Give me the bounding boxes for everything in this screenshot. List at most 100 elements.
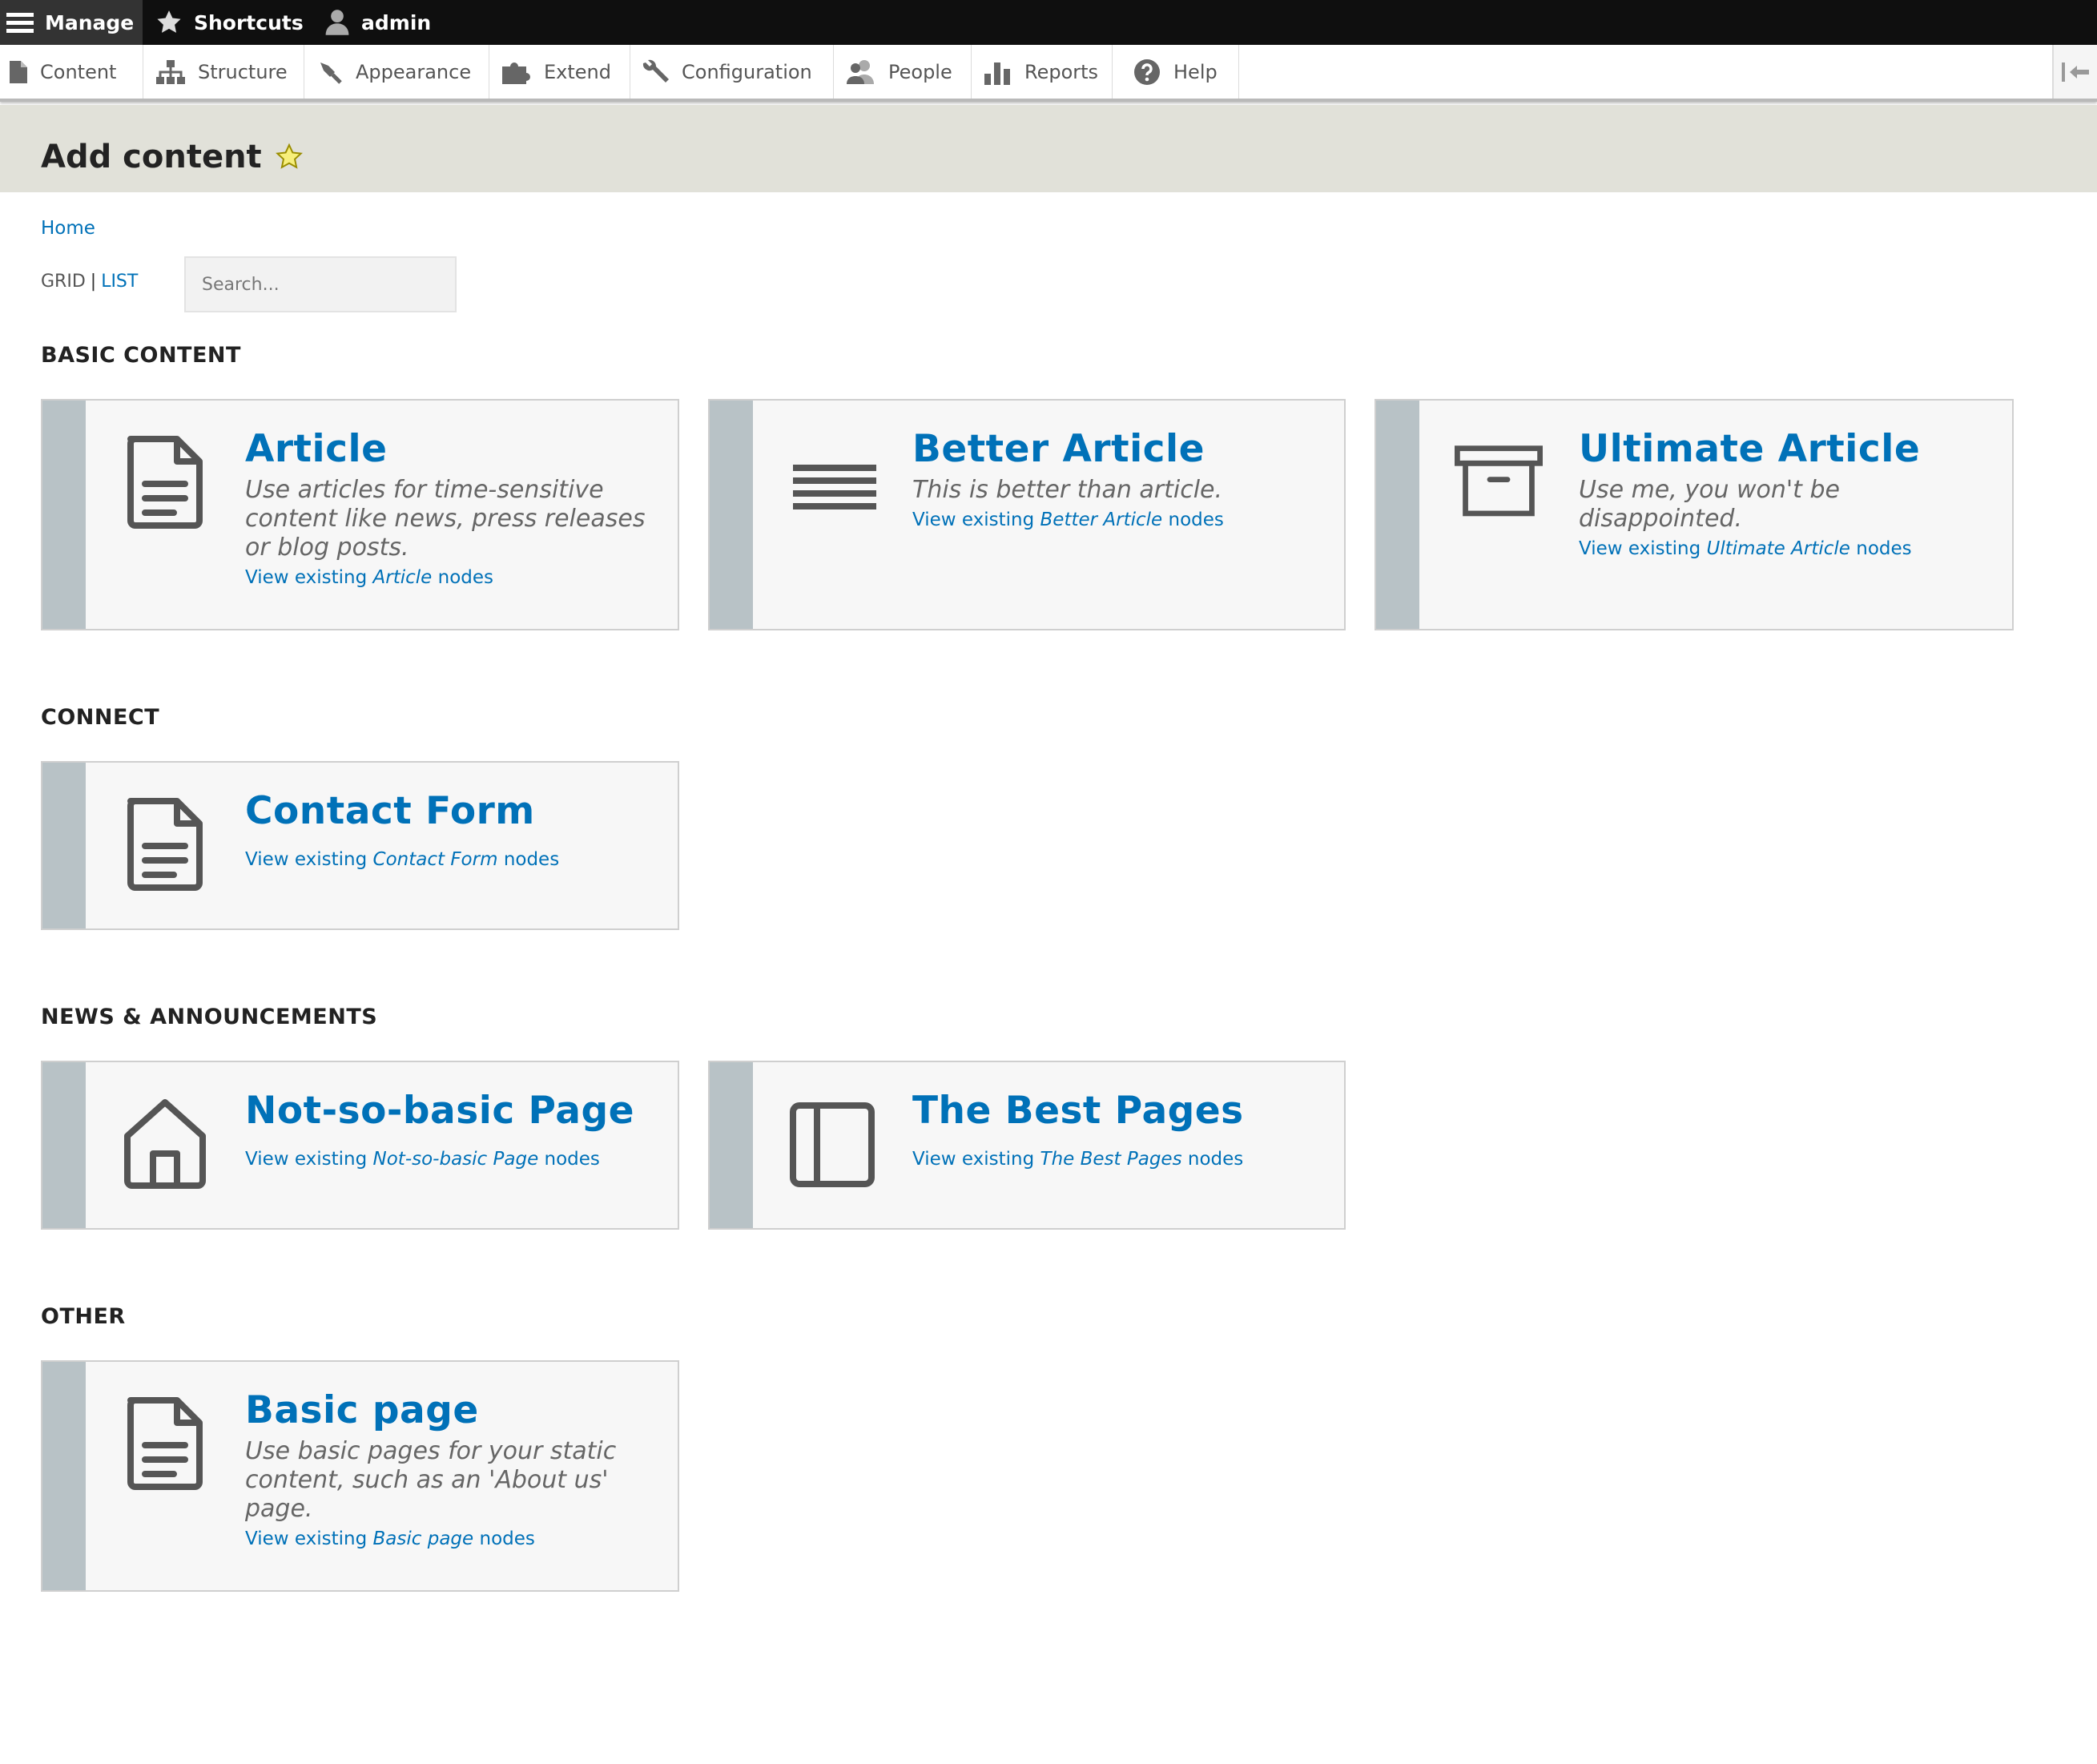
user-tab[interactable]: admin <box>324 0 431 45</box>
content-type-card-not-so-basic-page[interactable]: Not-so-basic Page View existing Not-so-b… <box>41 1061 679 1230</box>
view-suffix: nodes <box>1187 1149 1244 1170</box>
view-existing-link[interactable]: View existing The Best Pages nodes <box>912 1147 1320 1171</box>
section-heading-basic-content: BASIC CONTENT <box>41 343 241 368</box>
tray-item-extend[interactable]: Extend <box>489 45 630 99</box>
view-suffix: nodes <box>437 567 494 588</box>
card-stripe <box>42 401 86 629</box>
view-prefix: View existing <box>245 1528 368 1549</box>
star-icon <box>157 10 181 33</box>
tray-item-label: Help <box>1173 60 1218 83</box>
view-separator: | <box>90 272 97 292</box>
puzzle-icon <box>502 62 530 84</box>
view-suffix: nodes <box>544 1149 600 1170</box>
card-title-link[interactable]: Better Article <box>912 426 1320 473</box>
card-text: Contact Form View existing Contact Form … <box>245 788 654 872</box>
view-existing-link[interactable]: View existing Article nodes <box>245 566 654 590</box>
breadcrumb-home-link[interactable]: Home <box>41 218 95 239</box>
user-label: admin <box>361 10 432 34</box>
view-existing-link[interactable]: View existing Basic page nodes <box>245 1527 654 1551</box>
tray-item-people[interactable]: People <box>834 45 972 99</box>
view-prefix: View existing <box>1579 538 1701 559</box>
card-title-link[interactable]: The Best Pages <box>912 1088 1320 1134</box>
favorite-star-icon[interactable] <box>275 143 304 171</box>
view-type: The Best Pages <box>1040 1149 1182 1170</box>
card-stripe <box>42 763 86 928</box>
shortcuts-label: Shortcuts <box>194 10 304 34</box>
page-title: Add content <box>41 139 304 175</box>
help-icon <box>1134 58 1160 85</box>
section-heading-other: OTHER <box>41 1304 126 1329</box>
hamburger-icon <box>6 13 34 33</box>
card-title-link[interactable]: Contact Form <box>245 788 654 835</box>
tray-item-label: Extend <box>544 60 611 83</box>
view-suffix: nodes <box>1856 538 1912 559</box>
document-icon <box>127 798 203 891</box>
grid-view-toggle[interactable]: GRID <box>41 272 86 292</box>
view-suffix: nodes <box>479 1528 535 1549</box>
view-existing-link[interactable]: View existing Ultimate Article nodes <box>1579 537 1988 561</box>
card-text: The Best Pages View existing The Best Pa… <box>912 1088 1320 1171</box>
manage-label: Manage <box>45 10 135 34</box>
tray-item-appearance[interactable]: Appearance <box>304 45 489 99</box>
tray-item-content[interactable]: Content <box>0 45 143 99</box>
file-icon <box>10 60 27 83</box>
view-suffix: nodes <box>503 849 560 870</box>
view-type: Not-so-basic Page <box>372 1149 539 1170</box>
list-view-toggle[interactable]: LIST <box>101 272 138 292</box>
view-prefix: View existing <box>245 849 368 870</box>
card-description: Use basic pages for your static content,… <box>245 1437 617 1523</box>
card-stripe <box>42 1062 86 1228</box>
view-type: Contact Form <box>372 849 498 870</box>
view-existing-link[interactable]: View existing Contact Form nodes <box>245 848 654 872</box>
view-type: Ultimate Article <box>1706 538 1850 559</box>
card-title-link[interactable]: Article <box>245 426 654 473</box>
content-type-card-better-article[interactable]: Better Article This is better than artic… <box>708 399 1346 630</box>
card-stripe <box>42 1362 86 1590</box>
card-title-link[interactable]: Basic page <box>245 1387 654 1434</box>
view-type: Basic page <box>372 1528 474 1549</box>
people-icon <box>847 59 874 84</box>
content-type-card-ultimate-article[interactable]: Ultimate Article Use me, you won't be di… <box>1375 399 2014 630</box>
tray-item-reports[interactable]: Reports <box>972 45 1113 99</box>
bar-chart-icon <box>984 62 1010 85</box>
view-prefix: View existing <box>245 1149 368 1170</box>
tray-item-label: Reports <box>1024 60 1099 83</box>
content-type-card-basic-page[interactable]: Basic page Use basic pages for your stat… <box>41 1360 679 1592</box>
content-type-card-the-best-pages[interactable]: The Best Pages View existing The Best Pa… <box>708 1061 1346 1230</box>
collapse-arrow-icon <box>2062 62 2089 82</box>
tray-item-help[interactable]: Help <box>1113 45 1239 99</box>
paintbrush-icon <box>320 62 342 84</box>
shortcuts-tab[interactable]: Shortcuts <box>155 0 304 45</box>
view-existing-link[interactable]: View existing Not-so-basic Page nodes <box>245 1147 654 1171</box>
tray-item-label: Content <box>40 60 117 83</box>
card-stripe <box>1376 401 1419 629</box>
card-description: This is better than article. <box>912 476 1223 504</box>
view-prefix: View existing <box>245 567 368 588</box>
house-icon <box>124 1099 206 1189</box>
card-title-link[interactable]: Not-so-basic Page <box>245 1088 654 1134</box>
wrench-icon <box>642 59 669 83</box>
view-prefix: View existing <box>912 1149 1035 1170</box>
tray-orientation-toggle[interactable] <box>2052 45 2097 99</box>
document-icon <box>127 436 203 529</box>
view-type: Article <box>372 567 433 588</box>
view-existing-link[interactable]: View existing Better Article nodes <box>912 508 1320 532</box>
archive-box-icon <box>1455 445 1543 517</box>
card-text: Better Article This is better than artic… <box>912 426 1320 532</box>
card-title-link[interactable]: Ultimate Article <box>1579 426 1988 473</box>
user-icon <box>325 10 349 35</box>
breadcrumb: Home <box>41 218 95 239</box>
tray-item-structure[interactable]: Structure <box>143 45 304 99</box>
document-icon <box>127 1397 203 1490</box>
content-type-card-article[interactable]: Article Use articles for time-sensitive … <box>41 399 679 630</box>
tray-item-label: Structure <box>198 60 288 83</box>
card-stripe <box>710 401 753 629</box>
tray-item-label: People <box>888 60 952 83</box>
manage-tab[interactable]: Manage <box>0 0 143 45</box>
tray-item-label: Appearance <box>356 60 472 83</box>
content-type-card-contact-form[interactable]: Contact Form View existing Contact Form … <box>41 761 679 930</box>
card-text: Article Use articles for time-sensitive … <box>245 426 654 590</box>
tray-item-configuration[interactable]: Configuration <box>630 45 834 99</box>
section-heading-news-announcements: NEWS & ANNOUNCEMENTS <box>41 1005 378 1029</box>
search-input[interactable] <box>184 256 457 312</box>
